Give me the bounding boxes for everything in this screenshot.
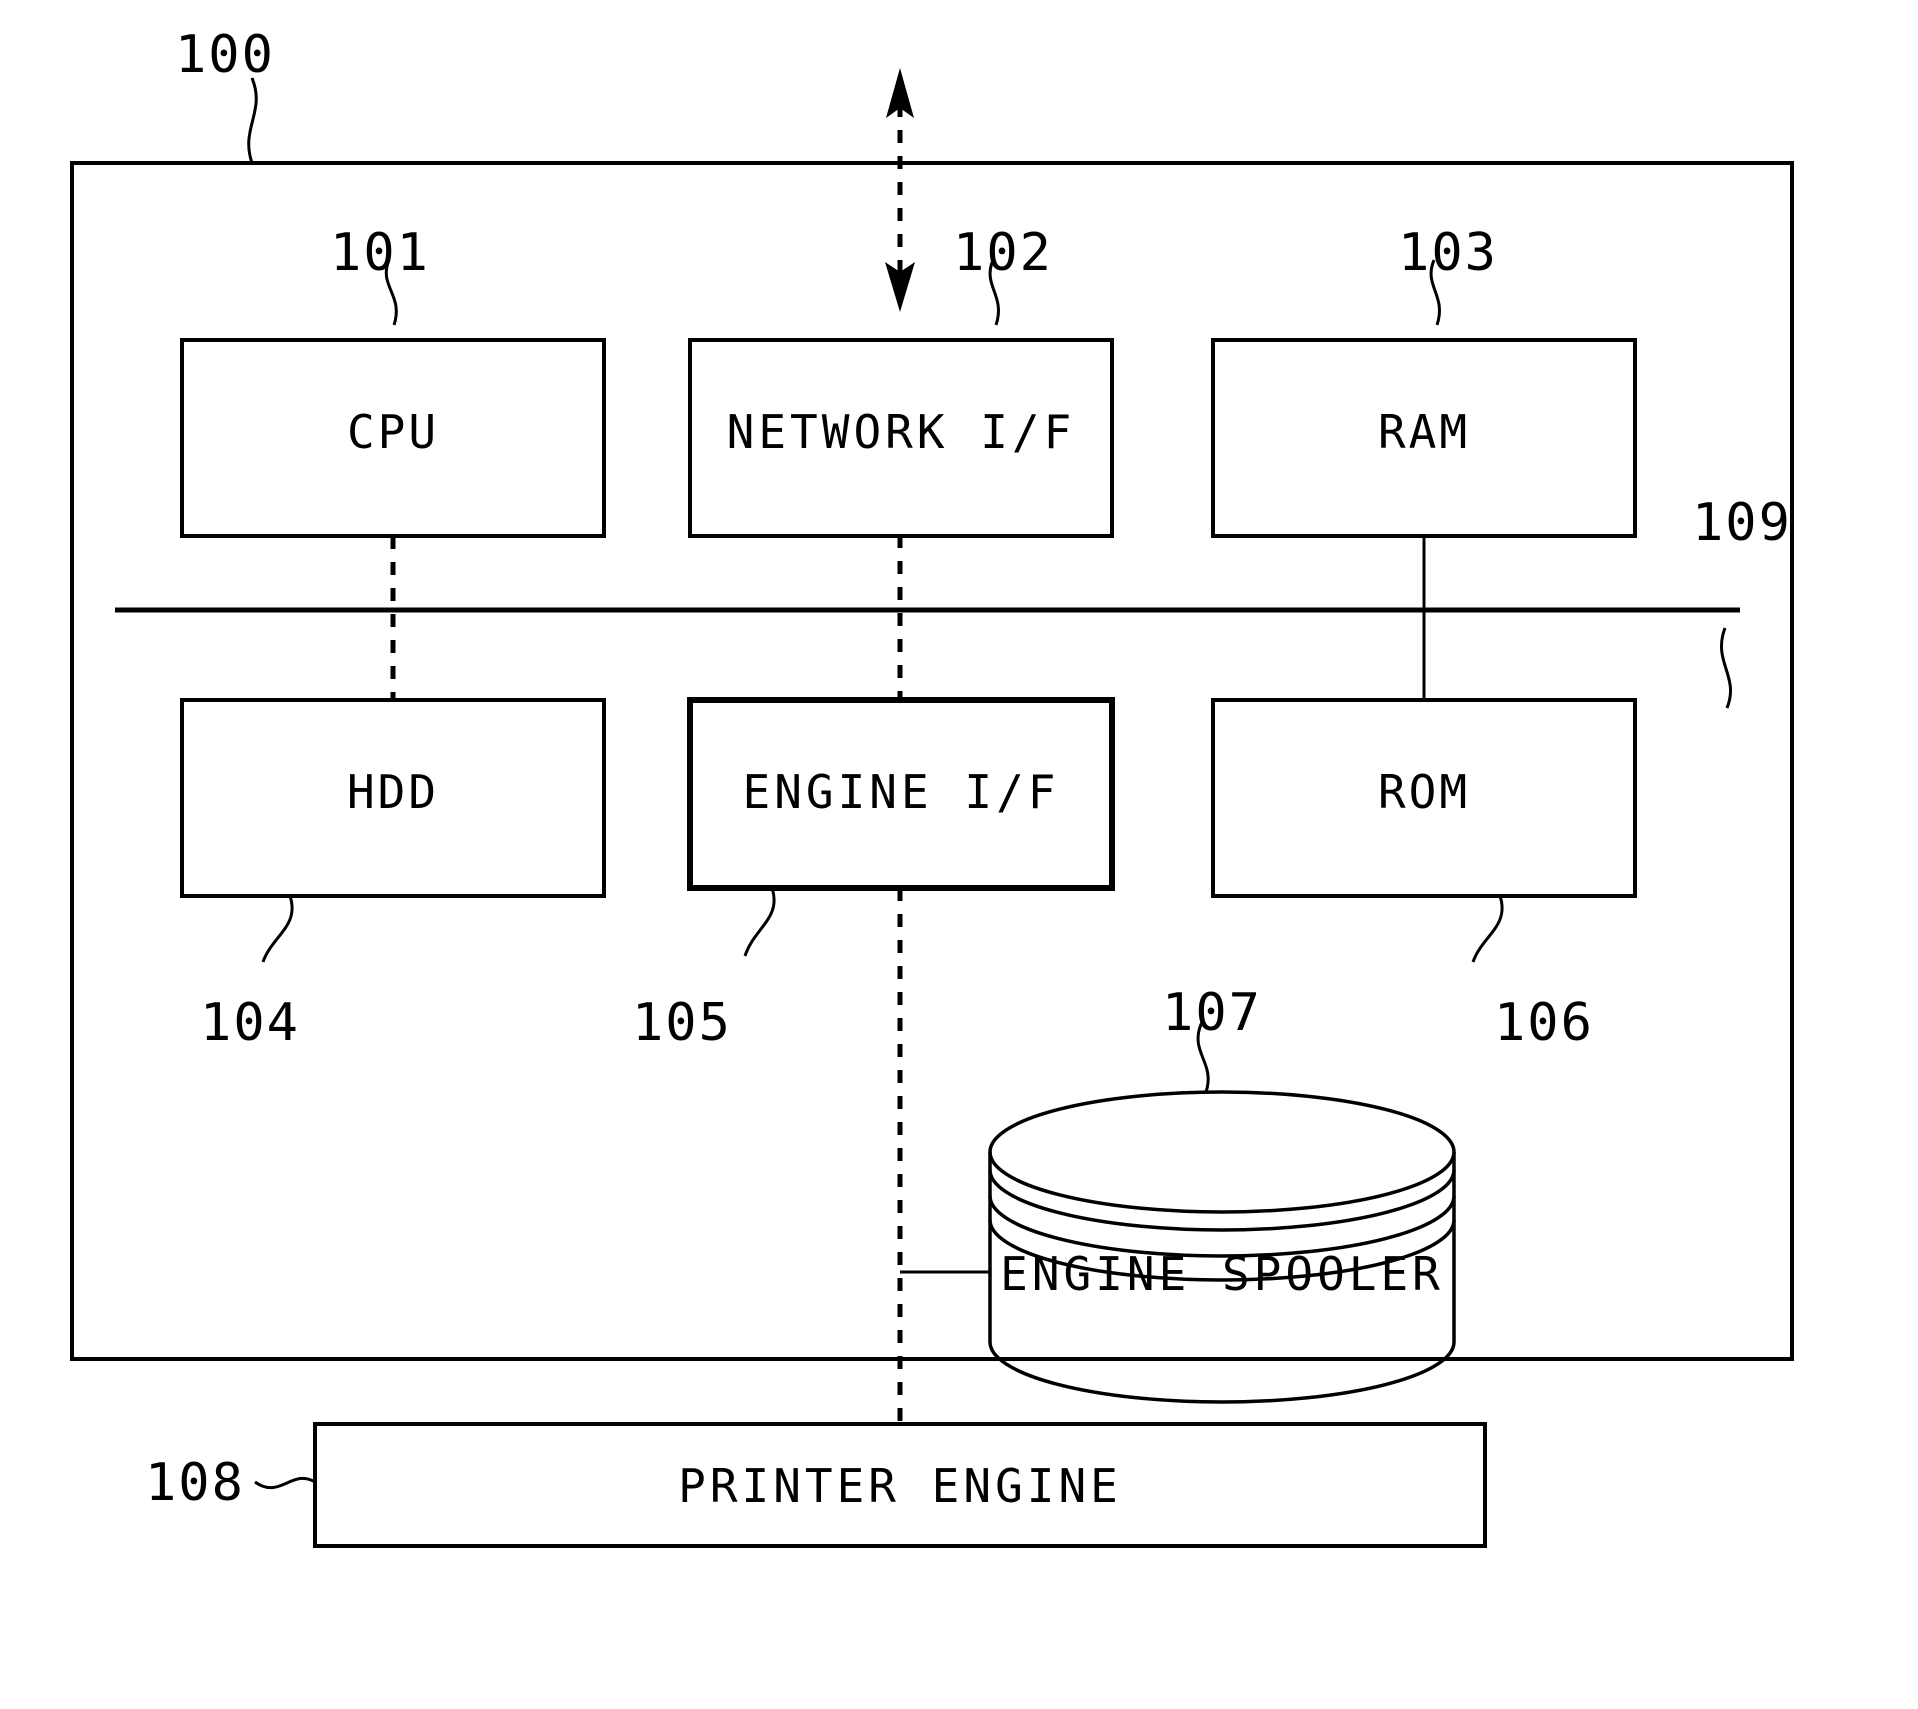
ref-numeral-107: 107 <box>1162 983 1262 1043</box>
diagram-canvas: 100 109 CPU 101 NETWORK I/F 102 RAM 103 … <box>70 25 1794 1548</box>
ref-numeral-102: 102 <box>953 223 1053 283</box>
block-ram-label: RAM <box>1378 405 1470 459</box>
block-engine-spooler-label: ENGINE SPOOLER <box>1000 1247 1444 1301</box>
leader-line-100 <box>247 77 258 164</box>
leader-line-109 <box>1719 627 1733 709</box>
block-engine-spooler: ENGINE SPOOLER <box>988 1090 1456 1404</box>
ref-numeral-106: 106 <box>1494 993 1594 1053</box>
block-hdd-label: HDD <box>347 765 439 819</box>
engine-spooler-disc-arc-1 <box>988 1169 1456 1232</box>
block-network-if-label: NETWORK I/F <box>727 405 1076 459</box>
engine-spooler-top-disc <box>988 1090 1456 1214</box>
ref-numeral-109: 109 <box>1692 493 1792 553</box>
ref-numeral-101: 101 <box>330 223 430 283</box>
block-printer-engine-label: PRINTER ENGINE <box>678 1459 1122 1513</box>
leader-line-105 <box>743 887 776 957</box>
patent-figure: 100 109 CPU 101 NETWORK I/F 102 RAM 103 … <box>0 0 1918 1709</box>
leader-line-104 <box>261 895 294 963</box>
ref-numeral-104: 104 <box>200 993 300 1053</box>
ref-numeral-103: 103 <box>1398 223 1498 283</box>
block-engine-if-label: ENGINE I/F <box>743 765 1060 819</box>
outer-enclosure-box <box>70 161 1794 1361</box>
block-rom-label: ROM <box>1378 765 1470 819</box>
block-cpu-label: CPU <box>347 405 439 459</box>
ref-numeral-100: 100 <box>175 25 275 85</box>
ref-numeral-105: 105 <box>632 993 732 1053</box>
ref-numeral-108: 108 <box>145 1453 245 1513</box>
leader-line-108 <box>254 1476 316 1490</box>
leader-line-106 <box>1471 895 1504 963</box>
